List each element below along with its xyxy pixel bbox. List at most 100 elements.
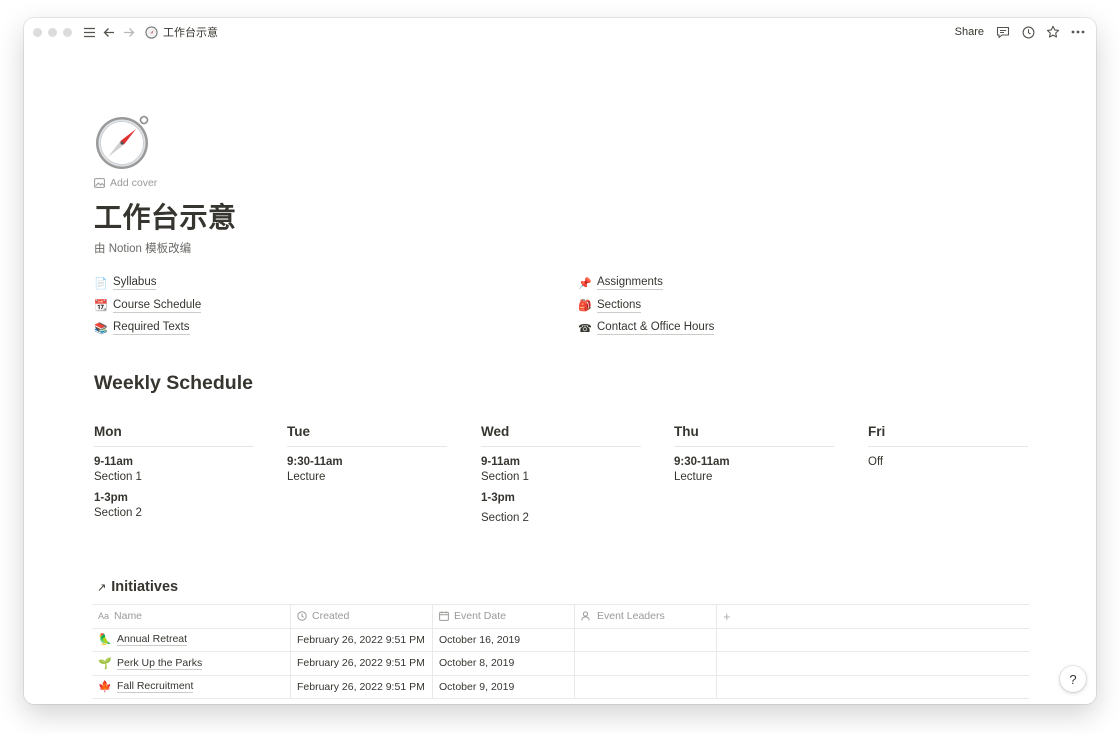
row-name: Annual Retreat xyxy=(117,633,188,647)
column-header-event-leaders[interactable]: Event Leaders xyxy=(575,605,717,628)
slot-desc: Lecture xyxy=(287,471,326,483)
telephone-icon: ☎ xyxy=(578,322,592,335)
add-cover-label: Add cover xyxy=(110,177,158,189)
empty-cell xyxy=(717,676,1029,699)
slot-time: 9:30-11am xyxy=(287,456,343,468)
table-row[interactable]: 🌱 Perk Up the Parks February 26, 2022 9:… xyxy=(92,652,1029,676)
nav-controls: 工作台示意 xyxy=(81,24,218,40)
day-column-wed: Wed 9-11am Section 1 1-3pm Section 2 xyxy=(481,424,641,524)
event-date-cell[interactable]: October 9, 2019 xyxy=(433,675,575,698)
slot-desc: Section 1 xyxy=(94,471,142,483)
share-button[interactable]: Share xyxy=(955,26,984,38)
created-cell[interactable]: February 26, 2022 9:51 PM xyxy=(291,652,433,675)
column-label: Event Date xyxy=(454,610,506,623)
initiatives-link[interactable]: ↗ Initiatives xyxy=(97,579,178,595)
column-header-name[interactable]: Aa Name xyxy=(92,605,291,628)
day-heading: Tue xyxy=(287,424,447,447)
empty-cell xyxy=(717,652,1029,675)
link-label: Syllabus xyxy=(113,276,157,291)
breadcrumb-title: 工作台示意 xyxy=(163,27,218,39)
link-assignments[interactable]: 📌 Assignments xyxy=(578,272,714,295)
page-title[interactable]: 工作台示意 xyxy=(94,196,237,236)
link-arrow-icon: ↗ xyxy=(97,581,107,594)
compass-icon[interactable] xyxy=(94,114,150,170)
slot-time: 9-11am xyxy=(481,456,521,468)
event-date-cell[interactable]: October 8, 2019 xyxy=(433,652,575,675)
weekly-schedule-heading: Weekly Schedule xyxy=(94,372,253,394)
links-left-column: 📄 Syllabus 📆 Course Schedule 📚 Required … xyxy=(94,272,202,340)
day-heading: Thu xyxy=(674,424,834,447)
top-bar-actions: Share xyxy=(955,18,1086,46)
day-column-fri: Fri Off xyxy=(868,424,1028,468)
more-icon[interactable] xyxy=(1070,24,1086,40)
maple-leaf-icon: 🍁 xyxy=(98,681,112,694)
table-row[interactable]: 🦜 Annual Retreat February 26, 2022 9:51 … xyxy=(92,628,1029,652)
clock-icon[interactable] xyxy=(1020,24,1036,40)
image-icon xyxy=(94,178,105,188)
created-cell[interactable]: February 26, 2022 9:51 PM xyxy=(291,628,433,651)
links-right-column: 📌 Assignments 🎒 Sections ☎ Contact & Off… xyxy=(578,272,715,340)
table-row[interactable]: 🍁 Fall Recruitment February 26, 2022 9:5… xyxy=(92,675,1029,699)
breadcrumb[interactable]: 工作台示意 xyxy=(143,24,218,40)
menu-icon[interactable] xyxy=(81,24,97,40)
app-window: 工作台示意 Share Add cover 工作台示意 由 Notion 模板改… xyxy=(24,18,1096,704)
created-cell[interactable]: February 26, 2022 9:51 PM xyxy=(291,675,433,698)
add-column-cell: + xyxy=(717,605,1029,628)
link-label: Contact & Office Hours xyxy=(597,321,715,336)
column-header-created[interactable]: Created xyxy=(291,605,433,628)
slot-desc: Section 2 xyxy=(94,507,142,519)
name-cell[interactable]: 🌱 Perk Up the Parks xyxy=(92,652,291,675)
person-icon xyxy=(581,611,590,621)
column-header-event-date[interactable]: Event Date xyxy=(433,605,575,628)
slot-time: 9:30-11am xyxy=(674,456,730,468)
seedling-icon: 🌱 xyxy=(98,657,112,670)
link-syllabus[interactable]: 📄 Syllabus xyxy=(94,272,201,295)
link-course-schedule[interactable]: 📆 Course Schedule xyxy=(94,295,202,318)
backpack-icon: 🎒 xyxy=(578,300,592,313)
books-icon: 📚 xyxy=(94,322,108,335)
column-label: Event Leaders xyxy=(597,610,665,623)
close-window-button[interactable] xyxy=(33,27,42,37)
table-header-row: Aa Name Created Event Date Event Leaders… xyxy=(92,605,1029,629)
maximize-window-button[interactable] xyxy=(63,27,72,37)
comment-icon[interactable] xyxy=(995,24,1011,40)
column-label: Name xyxy=(114,610,143,623)
row-name: Perk Up the Parks xyxy=(117,656,203,670)
link-sections[interactable]: 🎒 Sections xyxy=(578,295,714,318)
slot-time: 9-11am xyxy=(94,456,134,468)
link-contact-office-hours[interactable]: ☎ Contact & Office Hours xyxy=(578,317,715,340)
event-leaders-cell[interactable] xyxy=(575,675,717,698)
help-button[interactable]: ? xyxy=(1060,666,1086,692)
calendar-icon xyxy=(439,611,449,622)
initiatives-table: Aa Name Created Event Date Event Leaders… xyxy=(92,604,1029,699)
event-leaders-cell[interactable] xyxy=(575,628,717,651)
clock-icon xyxy=(297,611,307,621)
link-required-texts[interactable]: 📚 Required Texts xyxy=(94,317,201,340)
forward-arrow-icon[interactable] xyxy=(121,24,137,40)
day-column-mon: Mon 9-11am Section 1 1-3pm Section 2 xyxy=(94,424,254,519)
top-bar: 工作台示意 Share xyxy=(24,18,1096,46)
back-arrow-icon[interactable] xyxy=(101,24,117,40)
initiatives-heading: Initiatives xyxy=(111,579,179,595)
add-cover-button[interactable]: Add cover xyxy=(94,177,157,189)
link-label: Assignments xyxy=(597,276,663,291)
page-subtitle: 由 Notion 模板改编 xyxy=(94,243,192,255)
window-controls xyxy=(33,27,72,37)
day-column-thu: Thu 9:30-11am Lecture xyxy=(674,424,834,483)
minimize-window-button[interactable] xyxy=(48,27,57,37)
name-cell[interactable]: 🍁 Fall Recruitment xyxy=(92,675,291,698)
name-cell[interactable]: 🦜 Annual Retreat xyxy=(92,628,291,651)
day-heading: Fri xyxy=(868,424,1028,447)
row-name: Fall Recruitment xyxy=(117,680,194,694)
compass-icon xyxy=(143,24,159,40)
text-icon: Aa xyxy=(98,611,110,622)
slot-desc: Section 1 xyxy=(481,471,529,483)
slot-note: Off xyxy=(868,456,884,468)
pushpin-icon: 📌 xyxy=(578,277,592,290)
link-label: Course Schedule xyxy=(113,298,202,313)
event-date-cell[interactable]: October 16, 2019 xyxy=(433,628,575,651)
event-leaders-cell[interactable] xyxy=(575,652,717,675)
slot-desc: Lecture xyxy=(674,471,713,483)
star-icon[interactable] xyxy=(1045,24,1061,40)
add-column-button[interactable]: + xyxy=(723,609,731,624)
